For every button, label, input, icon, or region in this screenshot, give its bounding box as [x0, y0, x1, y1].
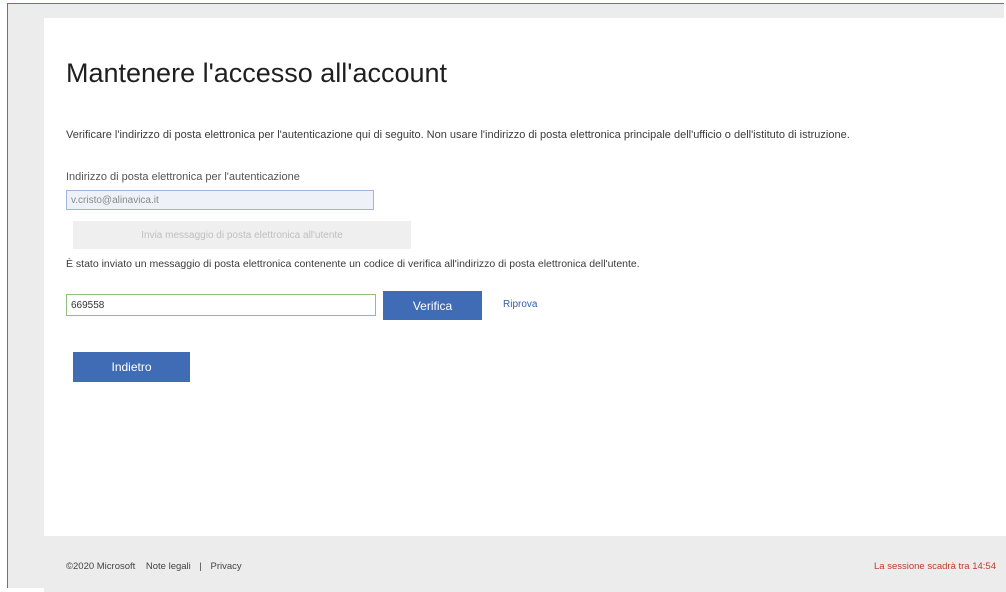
privacy-link[interactable]: Privacy: [211, 561, 242, 572]
legal-notes-link[interactable]: Note legali: [146, 561, 191, 572]
page-title: Mantenere l'accesso all'account: [66, 58, 448, 88]
content-panel: Mantenere l'accesso all'account Verifica…: [44, 18, 1006, 536]
auth-email-input: [66, 190, 374, 210]
footer: ©2020 Microsoft Note legali | Privacy: [66, 561, 242, 572]
browser-frame: Mantenere l'accesso all'account Verifica…: [7, 3, 1006, 592]
session-timer: La sessione scadrà tra 14:54: [874, 561, 996, 572]
verify-button[interactable]: Verifica: [383, 291, 482, 320]
page-description: Verificare l'indirizzo di posta elettron…: [66, 129, 850, 141]
send-email-button: Invia messaggio di posta elettronica all…: [73, 221, 411, 249]
copyright-text: ©2020 Microsoft: [66, 561, 136, 572]
page-container: Mantenere l'accesso all'account Verifica…: [44, 18, 1006, 592]
footer-separator: |: [199, 561, 202, 572]
verification-code-input[interactable]: [66, 294, 376, 316]
retry-link[interactable]: Riprova: [503, 299, 537, 310]
back-button[interactable]: Indietro: [73, 352, 190, 382]
info-message: È stato inviato un messaggio di posta el…: [66, 258, 640, 270]
auth-email-label: Indirizzo di posta elettronica per l'aut…: [66, 171, 300, 183]
